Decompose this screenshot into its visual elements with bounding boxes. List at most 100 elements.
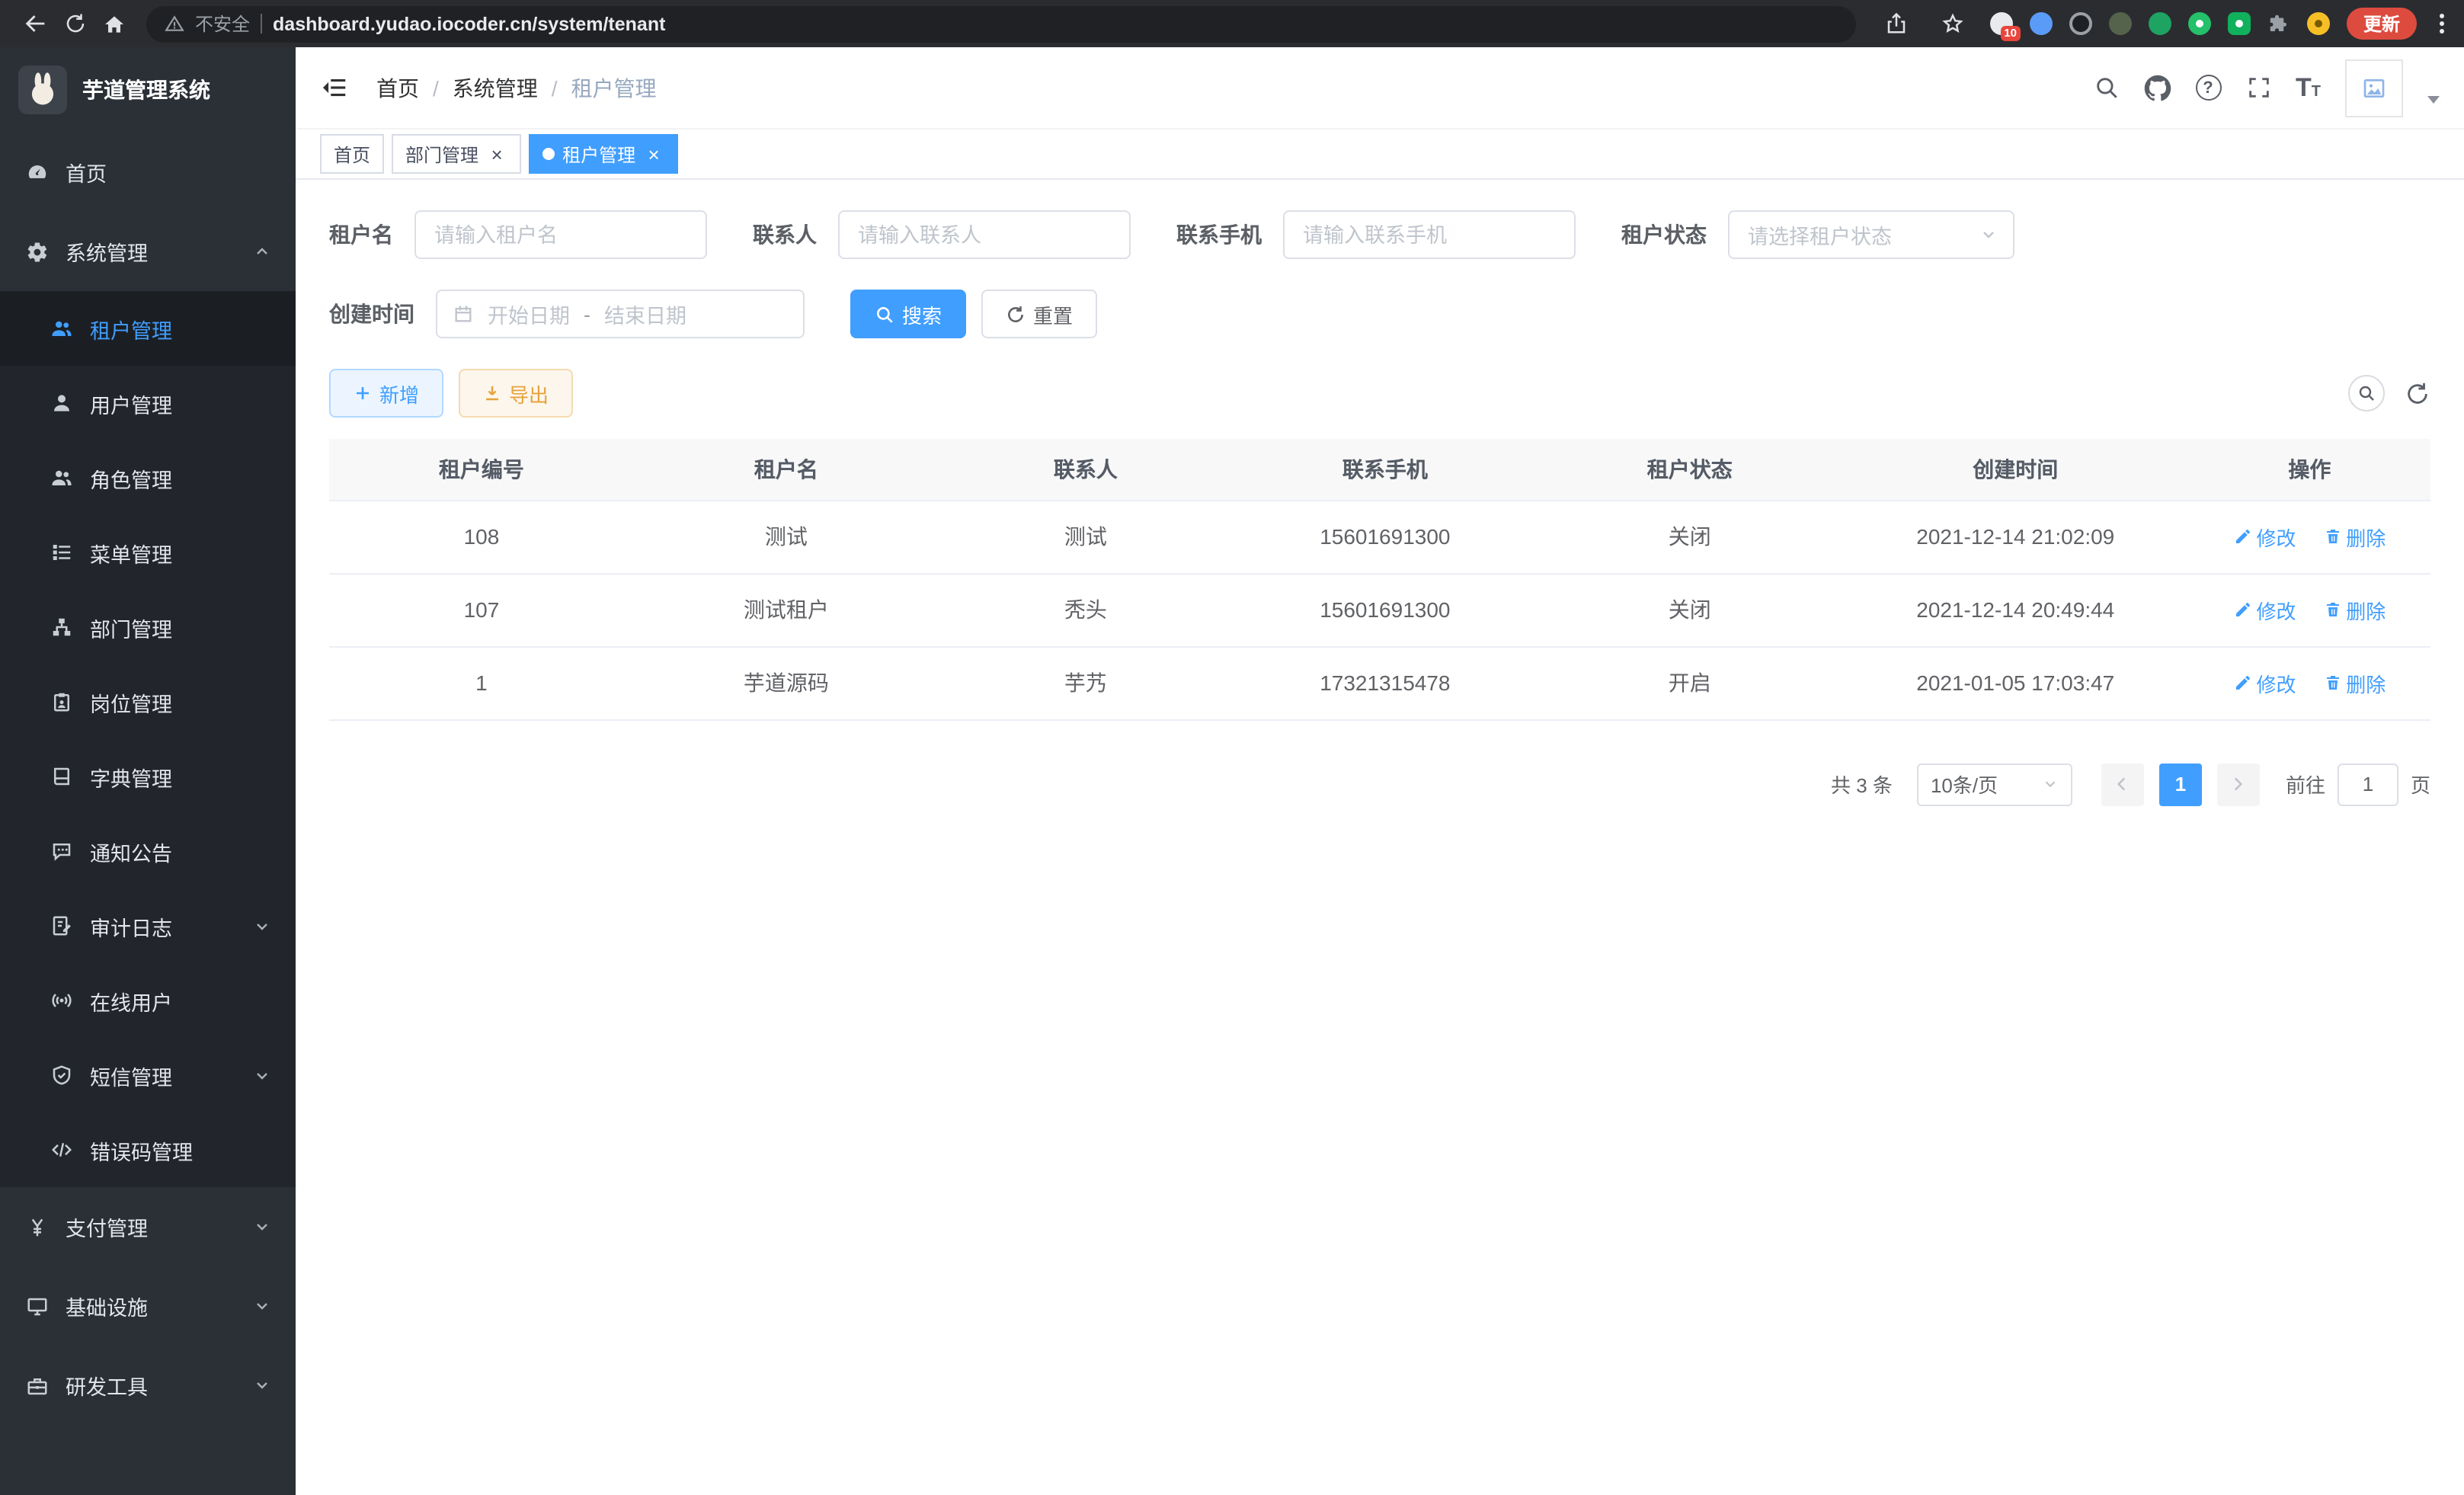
- extensions-puzzle-icon[interactable]: [2267, 12, 2290, 35]
- close-icon[interactable]: [643, 143, 664, 165]
- logo-row[interactable]: 芋道管理系统: [0, 47, 296, 133]
- tenant-name-input[interactable]: [414, 210, 707, 259]
- screen: 不安全 dashboard.yudao.iocoder.cn/system/te…: [0, 0, 2464, 1495]
- sidebar-group-devtools[interactable]: 研发工具: [0, 1346, 296, 1425]
- contact-input[interactable]: [838, 210, 1131, 259]
- fullscreen-icon[interactable]: [2245, 75, 2271, 101]
- extension-icon-green[interactable]: [2149, 12, 2171, 35]
- sidebar-fold-icon[interactable]: [320, 73, 349, 102]
- search-button[interactable]: 搜索: [850, 290, 966, 338]
- reload-icon[interactable]: [55, 4, 94, 43]
- avatar-caret-icon[interactable]: [2427, 96, 2440, 104]
- sidebar-group-infra[interactable]: 基础设施: [0, 1266, 296, 1346]
- filter-create-time: 创建时间 开始日期 - 结束日期: [329, 290, 805, 338]
- pencil-icon: [2233, 527, 2251, 546]
- sidebar-item-label: 租户管理: [90, 313, 172, 344]
- help-icon[interactable]: [2195, 75, 2221, 101]
- sidebar-item-label: 研发工具: [66, 1370, 148, 1401]
- yen-icon: [24, 1215, 49, 1239]
- prev-page-icon[interactable]: [2101, 763, 2144, 805]
- sidebar-group-audit-log[interactable]: 审计日志: [0, 888, 296, 963]
- tag-dept[interactable]: 部门管理: [392, 134, 521, 174]
- sidebar-item-notice[interactable]: 通知公告: [0, 814, 296, 888]
- filter-tenant-name: 租户名: [329, 210, 707, 259]
- avatar[interactable]: [2345, 59, 2403, 117]
- sidebar-item-dict[interactable]: 字典管理: [0, 739, 296, 814]
- tag-tenant-active[interactable]: 租户管理: [529, 134, 678, 174]
- goto-page-input[interactable]: [2338, 763, 2398, 805]
- extension-icon-bright-green[interactable]: [2188, 12, 2211, 35]
- tag-home[interactable]: 首页: [320, 134, 384, 174]
- page-number-button[interactable]: 1: [2159, 763, 2202, 805]
- cell-tenant-name: 测试租户: [634, 573, 939, 646]
- table-row: 108 测试 测试 15601691300 关闭 2021-12-14 21:0…: [329, 500, 2430, 573]
- address-bar[interactable]: 不安全 dashboard.yudao.iocoder.cn/system/te…: [146, 5, 1856, 42]
- close-icon[interactable]: [486, 143, 507, 165]
- add-button[interactable]: 新增: [329, 369, 443, 418]
- extension-icon-yellow[interactable]: [2307, 12, 2330, 35]
- bookmark-star-icon[interactable]: [1934, 4, 1973, 43]
- sidebar-group-sms[interactable]: 短信管理: [0, 1038, 296, 1112]
- delete-row-button[interactable]: 删除: [2323, 595, 2386, 624]
- breadcrumb-system[interactable]: 系统管理: [453, 72, 538, 103]
- sidebar-item-label: 系统管理: [66, 236, 148, 267]
- extension-icon-olive[interactable]: [2109, 12, 2132, 35]
- cell-status: 关闭: [1538, 573, 1842, 646]
- toggle-search-icon[interactable]: [2348, 375, 2385, 411]
- sidebar-item-error-code[interactable]: 错误码管理: [0, 1112, 296, 1187]
- sidebar-item-post[interactable]: 岗位管理: [0, 664, 296, 739]
- browser-chrome: 不安全 dashboard.yudao.iocoder.cn/system/te…: [0, 0, 2464, 47]
- sidebar-item-home[interactable]: 首页: [0, 133, 296, 212]
- security-label[interactable]: 不安全: [195, 11, 250, 37]
- delete-row-button[interactable]: 删除: [2323, 522, 2386, 551]
- github-icon[interactable]: [2143, 74, 2171, 101]
- column-header: 创建时间: [1842, 439, 2189, 500]
- export-button-label: 导出: [509, 379, 549, 408]
- chevron-down-icon: [1979, 226, 1998, 244]
- extension-icon-green-square[interactable]: [2228, 12, 2251, 35]
- sidebar-item-user[interactable]: 用户管理: [0, 366, 296, 440]
- next-page-icon[interactable]: [2217, 763, 2260, 805]
- pencil-icon: [2233, 600, 2251, 619]
- sidebar-group-payment[interactable]: 支付管理: [0, 1187, 296, 1266]
- refresh-icon: [1006, 304, 1026, 324]
- back-icon[interactable]: [15, 4, 55, 43]
- browser-update-button[interactable]: 更新: [2347, 8, 2417, 40]
- url-text[interactable]: dashboard.yudao.iocoder.cn/system/tenant: [273, 13, 665, 34]
- sidebar-item-menu[interactable]: 菜单管理: [0, 515, 296, 590]
- filter-row-2: 创建时间 开始日期 - 结束日期: [329, 290, 2430, 338]
- date-range-picker[interactable]: 开始日期 - 结束日期: [436, 290, 805, 338]
- browser-menu-icon[interactable]: [2434, 11, 2449, 36]
- chevron-down-icon: [253, 1376, 271, 1394]
- sidebar-item-dept[interactable]: 部门管理: [0, 590, 296, 664]
- sidebar-item-role[interactable]: 角色管理: [0, 440, 296, 515]
- search-icon[interactable]: [2093, 75, 2119, 101]
- cell-created: 2021-12-14 21:02:09: [1842, 500, 2189, 573]
- sidebar-item-label: 审计日志: [90, 911, 172, 941]
- reset-button[interactable]: 重置: [981, 290, 1097, 338]
- edit-row-button[interactable]: 修改: [2233, 595, 2296, 624]
- book-icon: [49, 764, 73, 789]
- sidebar-item-tenant[interactable]: 租户管理: [0, 291, 296, 366]
- export-button[interactable]: 导出: [459, 369, 573, 418]
- cell-tenant-id: 108: [329, 500, 634, 573]
- sidebar-group-system[interactable]: 系统管理: [0, 212, 296, 291]
- security-warning-icon: [165, 14, 184, 34]
- page-size-select[interactable]: 10条/页: [1917, 763, 2072, 805]
- breadcrumb-home[interactable]: 首页: [376, 72, 419, 103]
- edit-row-button[interactable]: 修改: [2233, 668, 2296, 697]
- phone-input[interactable]: [1283, 210, 1576, 259]
- sidebar-item-online-users[interactable]: 在线用户: [0, 963, 296, 1038]
- home-icon[interactable]: [94, 4, 134, 43]
- extension-icon-dark[interactable]: [2069, 12, 2092, 35]
- status-select[interactable]: 请选择租户状态: [1728, 210, 2014, 259]
- extension-icon-blue[interactable]: [2030, 12, 2053, 35]
- delete-row-button[interactable]: 删除: [2323, 668, 2386, 697]
- extension-icon-badge[interactable]: 10: [1990, 12, 2013, 35]
- refresh-table-icon[interactable]: [2405, 380, 2430, 406]
- share-icon[interactable]: [1877, 4, 1917, 43]
- app-logo-rabbit-icon: [18, 66, 67, 114]
- edit-row-button[interactable]: 修改: [2233, 522, 2296, 551]
- sidebar-item-label: 角色管理: [90, 463, 172, 493]
- font-size-icon[interactable]: [2296, 75, 2321, 101]
